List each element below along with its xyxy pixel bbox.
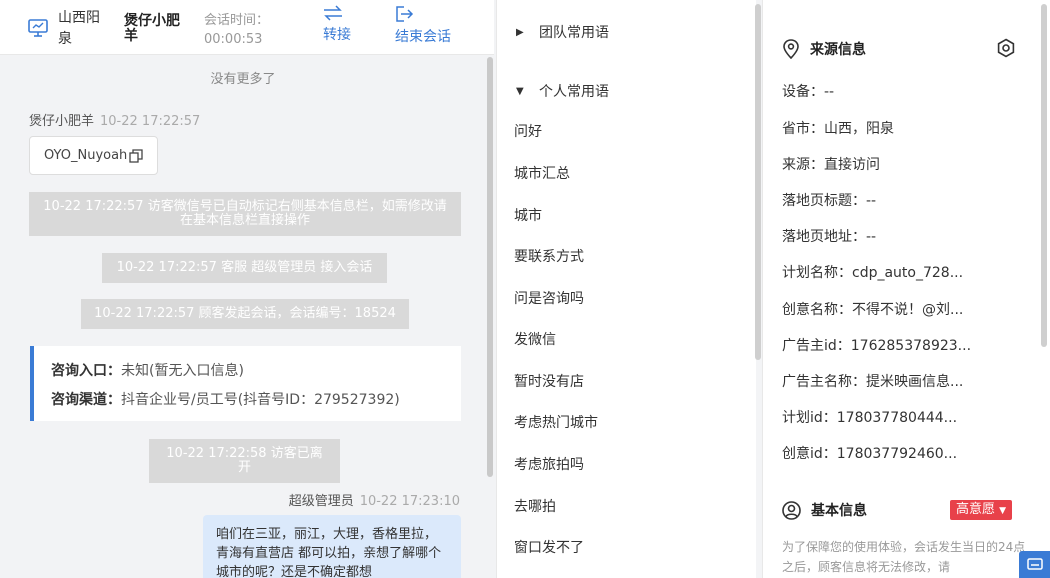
settings-icon[interactable]	[996, 38, 1016, 58]
chat-float-button[interactable]	[1019, 551, 1050, 578]
team-phrases-label: 团队常用语	[539, 25, 609, 41]
source-info-header: 来源信息	[782, 39, 866, 59]
copy-icon[interactable]	[129, 148, 143, 163]
phrase-item[interactable]: 要联系方式	[514, 246, 584, 266]
phrase-item[interactable]: 城市汇总	[514, 163, 570, 183]
end-session-button[interactable]: 结束会话	[395, 5, 465, 46]
agent-message-time: 10-22 17:23:10	[359, 494, 460, 509]
basic-info-title: 基本信息	[811, 503, 867, 519]
phrase-item[interactable]: 问好	[514, 121, 542, 141]
info-edit-notice: 为了保障您的使用体验，会话发生当日的24点之后，顾客信息将无法修改，请	[782, 540, 1026, 574]
personal-phrases-group[interactable]: ▼ 个人常用语	[516, 81, 609, 101]
caret-right-icon: ▶	[516, 26, 524, 38]
consult-entry-row: 咨询入口：未知(暂无入口信息)	[51, 357, 461, 386]
transfer-icon	[324, 5, 342, 21]
system-message-start: 10-22 17:22:57 顾客发起会话，会话编号：18524	[81, 299, 409, 329]
field-advertiser-id: 广告主id：176285378923...	[782, 338, 972, 354]
field-plan-name: 计划名称：cdp_auto_728...	[782, 265, 964, 281]
phrase-item[interactable]: 发微信	[514, 329, 556, 349]
session-time-value: 00:00:53	[204, 32, 263, 47]
chat-messages[interactable]: 没有更多了 煲仔小肥羊 10-22 17:22:57 OYO_Nuyoah 10-…	[0, 55, 486, 578]
info-scrollbar[interactable]	[1041, 4, 1047, 347]
message-icon	[1026, 557, 1043, 570]
phrase-item[interactable]: 暂时没有店	[514, 371, 584, 391]
field-landing-title: 落地页标题：--	[782, 193, 877, 209]
customer-sender-name: 煲仔小肥羊	[29, 114, 95, 129]
consult-info-card: 咨询入口：未知(暂无入口信息) 咨询渠道：抖音企业号/员工号(抖音号ID：279…	[30, 346, 461, 421]
personal-phrases-label: 个人常用语	[539, 84, 609, 100]
customer-location: 山西阳泉	[58, 10, 100, 47]
phrase-item[interactable]: 考虑热门城市	[514, 412, 598, 432]
field-landing-url: 落地页地址：--	[782, 229, 877, 245]
consult-entry-value: 未知(暂无入口信息)	[121, 363, 244, 379]
chat-panel: 山西阳泉 煲仔小肥羊 会话时间： 00:00:53 转接 结束会话 没有更多了 …	[0, 0, 496, 578]
dropdown-arrow-icon: ▼	[999, 506, 1007, 516]
monitor-icon	[28, 19, 48, 37]
exit-icon	[396, 6, 414, 22]
source-info-title: 来源信息	[810, 42, 866, 58]
system-message-left: 10-22 17:22:58 访客已离开	[149, 439, 340, 483]
system-message-wechat: 10-22 17:22:57 访客微信号已自动标记右侧基本信息栏，如需修改请在基…	[29, 192, 461, 236]
session-time-label: 会话时间：	[204, 13, 270, 28]
field-province-city: 省市：山西，阳泉	[782, 121, 894, 137]
phrase-item[interactable]: 城市	[514, 205, 542, 225]
agent-sender-name: 超级管理员	[288, 494, 354, 509]
intent-level-value: 高意愿	[956, 502, 996, 517]
intent-level-dropdown[interactable]: 高意愿 ▼	[950, 500, 1013, 520]
consult-entry-label: 咨询入口：	[51, 363, 121, 379]
customer-name: 煲仔小肥羊	[124, 13, 180, 44]
phrases-scrollbar[interactable]	[755, 4, 761, 360]
basic-info-header: 基本信息	[782, 500, 867, 520]
field-device: 设备：--	[782, 84, 835, 100]
phrases-panel: ▶ 团队常用语 ▼ 个人常用语 问好 城市汇总 城市 要联系方式 问是咨询吗 发…	[496, 0, 756, 578]
field-plan-id: 计划id：178037780444...	[782, 410, 958, 426]
transfer-label: 转接	[323, 27, 351, 43]
transfer-button[interactable]: 转接	[323, 5, 393, 44]
customer-message-meta: 煲仔小肥羊 10-22 17:22:57	[29, 110, 200, 129]
no-more-hint: 没有更多了	[210, 72, 276, 87]
phrase-item[interactable]: 去哪拍	[514, 496, 556, 516]
caret-down-icon: ▼	[516, 85, 524, 97]
consult-channel-row: 咨询渠道：抖音企业号/员工号(抖音号ID：279527392)	[51, 386, 461, 415]
phrase-item[interactable]: 问是咨询吗	[514, 288, 584, 308]
end-session-label: 结束会话	[395, 29, 451, 45]
field-creative-name: 创意名称：不得不说！@刘...	[782, 302, 964, 318]
phrase-item[interactable]: 窗口发不了	[514, 537, 584, 557]
agent-message-bubble[interactable]: 咱们在三亚，丽江，大理，香格里拉，青海有直营店 都可以拍，亲想了解哪个城市的呢？…	[203, 515, 461, 578]
field-creative-id: 创意id：178037792460...	[782, 446, 958, 462]
agent-message-meta: 超级管理员 10-22 17:23:10	[289, 490, 460, 509]
field-source: 来源：直接访问	[782, 157, 880, 173]
customer-message-text: OYO_Nuyoah	[44, 148, 128, 163]
chat-scrollbar[interactable]	[487, 57, 493, 477]
consult-channel-value: 抖音企业号/员工号(抖音号ID：279527392)	[121, 392, 400, 408]
field-advertiser-name: 广告主名称：提米映画信息...	[782, 374, 964, 390]
location-pin-icon	[783, 39, 799, 59]
customer-message-bubble[interactable]: OYO_Nuyoah	[29, 136, 159, 175]
customer-message-time: 10-22 17:22:57	[100, 114, 201, 129]
team-phrases-group[interactable]: ▶ 团队常用语	[516, 22, 609, 42]
user-circle-icon	[782, 500, 801, 520]
system-message-join: 10-22 17:22:57 客服 超级管理员 接入会话	[102, 253, 387, 283]
consult-channel-label: 咨询渠道：	[51, 392, 121, 408]
chat-header: 山西阳泉 煲仔小肥羊 会话时间： 00:00:53 转接 结束会话	[0, 0, 494, 55]
customer-info-panel: 来源信息 设备：-- 省市：山西，阳泉 来源：直接访问 落地页标题：-- 落地页…	[762, 0, 1050, 578]
phrase-item[interactable]: 考虑旅拍吗	[514, 454, 584, 474]
